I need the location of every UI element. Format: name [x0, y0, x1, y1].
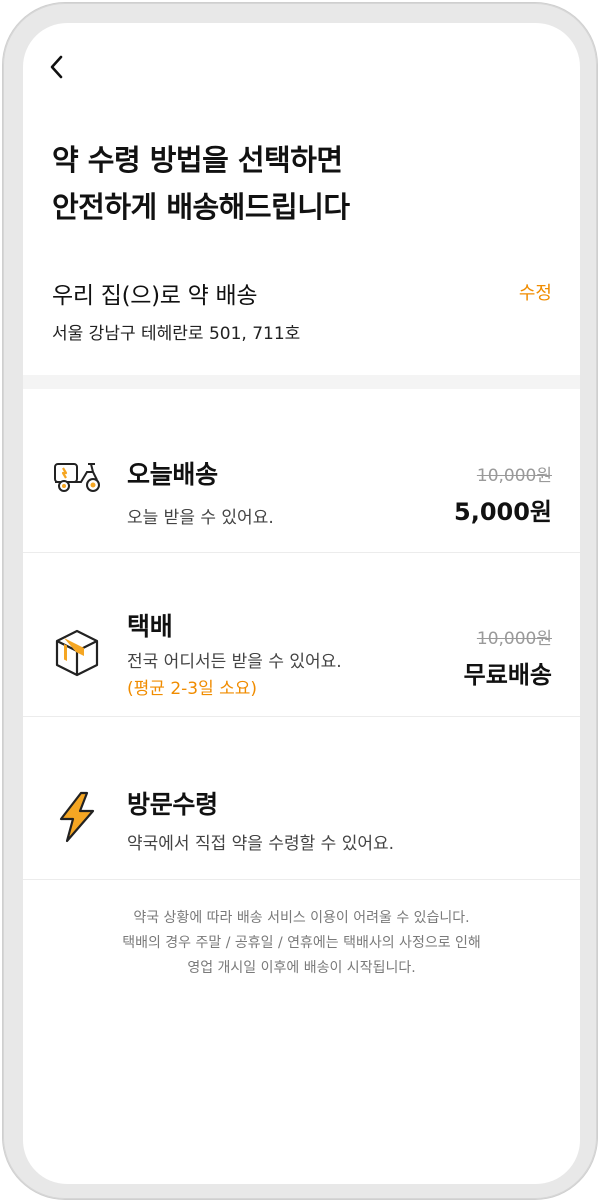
lightning-icon: [51, 791, 103, 843]
option-description: 약국에서 직접 약을 수령할 수 있어요.: [127, 834, 395, 854]
scooter-icon: [51, 450, 103, 502]
box-icon: [51, 627, 103, 679]
option-title: 택배: [127, 612, 173, 641]
back-button[interactable]: [45, 53, 69, 81]
page-title-line-1: 약 수령 방법을 선택하면: [52, 143, 343, 177]
chevron-left-icon: [50, 55, 63, 79]
original-price: 10,000원: [476, 629, 552, 649]
page-title: 약 수령 방법을 선택하면 안전하게 배송해드립니다: [52, 137, 350, 231]
delivery-address: 서울 강남구 테헤란로 501, 711호: [52, 324, 301, 344]
footer-notice-line: 약국 상황에 따라 배송 서비스 이용이 어려울 수 있습니다.: [133, 910, 470, 926]
page-title-line-2: 안전하게 배송해드립니다: [52, 190, 350, 224]
option-title: 오늘배송: [127, 460, 218, 489]
discounted-price: 5,000원: [454, 498, 552, 526]
delivery-address-title: 우리 집(으)로 약 배송: [52, 283, 258, 309]
option-parcel[interactable]: 택배 전국 어디서든 받을 수 있어요. (평균 2-3일 소요) 10,000…: [23, 553, 580, 716]
option-today-delivery[interactable]: 오늘배송 오늘 받을 수 있어요. 10,000원 5,000원: [23, 389, 580, 552]
discounted-price: 무료배송: [463, 661, 552, 689]
original-price: 10,000원: [476, 466, 552, 486]
option-delivery-time-note: (평균 2-3일 소요): [127, 679, 258, 699]
row-divider: [23, 879, 580, 880]
footer-notice-line: 영업 개시일 이후에 배송이 시작됩니다.: [187, 960, 416, 976]
section-divider: [23, 375, 580, 389]
phone-frame: 약 수령 방법을 선택하면 안전하게 배송해드립니다 우리 집(으)로 약 배송…: [3, 3, 597, 1199]
option-title: 방문수령: [127, 790, 218, 819]
option-description: 오늘 받을 수 있어요.: [127, 508, 274, 528]
screen: 약 수령 방법을 선택하면 안전하게 배송해드립니다 우리 집(으)로 약 배송…: [23, 23, 580, 1184]
edit-address-button[interactable]: 수정: [519, 279, 552, 305]
option-description: 전국 어디서든 받을 수 있어요.: [127, 652, 342, 672]
footer-notice-line: 택배의 경우 주말 / 공휴일 / 연휴에는 택배사의 사정으로 인해: [122, 935, 481, 951]
option-pickup[interactable]: 방문수령 약국에서 직접 약을 수령할 수 있어요.: [23, 717, 580, 879]
footer-notice: 약국 상황에 따라 배송 서비스 이용이 어려울 수 있습니다. 택배의 경우 …: [23, 906, 580, 981]
